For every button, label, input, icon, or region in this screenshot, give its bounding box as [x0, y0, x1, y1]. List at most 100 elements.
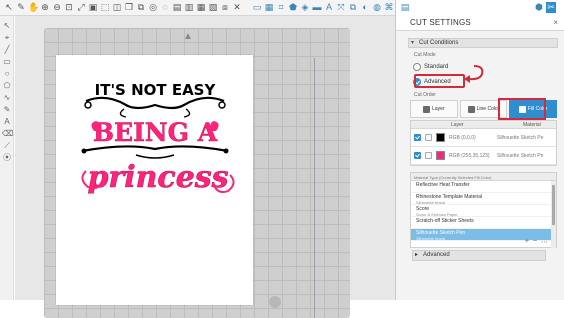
text-tool-icon[interactable]: A — [2, 116, 12, 127]
curve-tool-icon[interactable]: ∿ — [2, 92, 12, 103]
cut-conditions-label: Cut Conditions — [419, 40, 459, 46]
color-swatch — [436, 133, 445, 142]
line-style-icon[interactable]: ▬ — [312, 2, 322, 13]
cutting-mat: ▲ IT'S NOT EASY BEING A princess — [44, 28, 350, 318]
list-item[interactable]: Reflective Heat Transfer — [411, 181, 556, 193]
list-item[interactable]: Score Score & Emboss Paper — [411, 205, 556, 217]
trace-icon[interactable]: ⌘ — [384, 2, 394, 13]
add-material-icon[interactable]: + — [525, 238, 529, 246]
send-backward-icon[interactable]: ▧ — [208, 2, 218, 13]
pentagon-icon[interactable]: ⬟ — [288, 2, 298, 13]
cut-conditions-header[interactable]: ▾ Cut Conditions — [408, 38, 558, 48]
zoom-in-icon[interactable]: ⊕ — [40, 2, 50, 13]
polygon-tool-icon[interactable]: ⬠ — [2, 80, 12, 91]
pointer-icon[interactable]: ↖ — [4, 2, 14, 13]
page-setup-icon[interactable]: ▭ — [252, 2, 262, 13]
select-all-icon[interactable]: ⬚ — [100, 2, 110, 13]
layer-column-header: Layer — [451, 122, 464, 128]
material-name: Scratch-off Sticker Sheets — [416, 218, 474, 224]
line-tool-icon[interactable]: ╱ — [2, 44, 12, 55]
compound-icon[interactable]: ◎ — [148, 2, 158, 13]
radio-standard-dot[interactable] — [413, 62, 421, 71]
design-store-icon[interactable]: ⬢ — [534, 2, 544, 13]
layer-color-label: RGB (255,35,123) — [449, 153, 490, 159]
material-name: Reflective Heat Transfer — [416, 182, 470, 188]
library-icon[interactable]: ▤ — [400, 2, 410, 13]
advanced-highlight-box — [414, 74, 465, 88]
order-layer-label: Layer — [432, 106, 445, 112]
layer-enable-checkbox[interactable] — [414, 134, 421, 141]
silhouette-logo-icon — [269, 296, 281, 308]
table-row[interactable]: RGB (255,35,123) Silhouette Sketch Pe — [411, 147, 556, 165]
order-layer-button[interactable]: Layer — [410, 100, 458, 118]
ungroup-icon[interactable]: ⧉ — [136, 2, 146, 13]
modify-icon[interactable]: ◐ — [360, 2, 370, 13]
list-item[interactable]: Rhinestone Template Material Silhouette … — [411, 193, 556, 205]
bring-forward-icon[interactable]: ▦ — [196, 2, 206, 13]
ellipse-tool-icon[interactable]: ○ — [2, 68, 12, 79]
more-options-icon[interactable]: ⋯ — [541, 238, 548, 246]
remove-material-icon[interactable]: − — [533, 238, 537, 246]
pan-icon[interactable]: ✋ — [28, 2, 39, 13]
material-controls: + − ⋯ — [525, 238, 548, 246]
layer-material-label: Silhouette Sketch Pe — [497, 135, 544, 141]
chevron-right-icon: ▸ — [415, 252, 419, 258]
layer-table: Layer Material RGB (0,0,0) Silhouette Sk… — [410, 120, 557, 166]
princess-design[interactable]: IT'S NOT EASY BEING A princess — [66, 75, 244, 215]
release-icon[interactable]: ◌ — [160, 2, 170, 13]
drawing-tools: ↖ ⌖ ╱ ▭ ○ ⬠ ∿ ✎ A ⌫ ⟋ ⦿ — [0, 16, 14, 300]
grid-icon[interactable]: ▦ — [264, 2, 274, 13]
duplicate-icon[interactable]: ⧈ — [220, 2, 230, 13]
radio-standard[interactable]: Standard — [413, 61, 448, 72]
eraser-tool-icon[interactable]: ⌫ — [2, 128, 13, 139]
page-area[interactable]: IT'S NOT EASY BEING A princess — [56, 55, 253, 305]
text-style-icon[interactable]: A — [324, 2, 334, 13]
scroll-thumb[interactable] — [552, 185, 555, 225]
layer-color-label: RGB (0,0,0) — [449, 135, 476, 141]
transform-icon[interactable]: ⤧ — [336, 2, 346, 13]
layer-pass-checkbox[interactable] — [425, 152, 432, 159]
zoom-out-icon[interactable]: ⊖ — [52, 2, 62, 13]
registration-icon[interactable]: ⌗ — [276, 2, 286, 13]
deselect-icon[interactable]: ◫ — [112, 2, 122, 13]
layer-pass-checkbox[interactable] — [425, 134, 432, 141]
panel-title: CUT SETTINGS — [410, 18, 471, 27]
red-arrow-icon — [464, 65, 484, 83]
delete-icon[interactable]: ✕ — [232, 2, 242, 13]
cut-mode-label: Cut Mode — [414, 52, 436, 58]
fill-icon[interactable]: ◈ — [300, 2, 310, 13]
bring-front-icon[interactable]: ▤ — [172, 2, 182, 13]
order-line-color-label: Line Color — [476, 106, 500, 112]
offset-icon[interactable]: ◍ — [372, 2, 382, 13]
select-tool-icon[interactable]: ↖ — [2, 20, 12, 31]
edit-points-icon[interactable]: ✎ — [16, 2, 26, 13]
replicate-icon[interactable]: ⧉ — [348, 2, 358, 13]
canvas-workspace[interactable]: ▲ IT'S NOT EASY BEING A princess — [15, 16, 395, 318]
zoom-select-icon[interactable]: ⊡ — [64, 2, 74, 13]
knife-tool-icon[interactable]: ⟋ — [2, 140, 12, 151]
zoom-page-icon[interactable]: ▣ — [88, 2, 98, 13]
edit-tool-icon[interactable]: ⌖ — [2, 32, 12, 43]
send-back-icon[interactable]: ▥ — [184, 2, 194, 13]
layer-table-header: Layer Material — [411, 121, 556, 129]
send-panel-icon[interactable]: ✂ — [546, 2, 556, 13]
advanced-section-header[interactable]: ▸ Advanced — [412, 250, 546, 261]
design-line-3: princess — [87, 160, 228, 195]
panel-header: ▤ ⬢ ✂ CUT SETTINGS × — [396, 0, 564, 31]
list-item[interactable]: Scratch-off Sticker Sheets — [411, 217, 556, 229]
material-scrollbar[interactable] — [551, 181, 556, 248]
main-toolbar: ↖ ✎ ✋ ⊕ ⊖ ⊡ ⤢ ▣ ⬚ ◫ ❐ ⧉ ◎ ◌ ▤ ▥ ▦ ▧ ⧈ ✕ … — [0, 0, 395, 16]
radio-standard-label: Standard — [424, 63, 449, 70]
eyedropper-tool-icon[interactable]: ⦿ — [2, 152, 12, 163]
rectangle-tool-icon[interactable]: ▭ — [2, 56, 12, 67]
group-icon[interactable]: ❐ — [124, 2, 134, 13]
feed-direction-icon: ▲ — [183, 31, 193, 42]
advanced-section-label: Advanced — [423, 252, 450, 258]
close-icon[interactable]: × — [553, 18, 558, 27]
layer-enable-checkbox[interactable] — [414, 152, 421, 159]
freehand-tool-icon[interactable]: ✎ — [2, 104, 12, 115]
table-row[interactable]: RGB (0,0,0) Silhouette Sketch Pe — [411, 129, 556, 147]
zoom-fit-icon[interactable]: ⤢ — [76, 2, 86, 13]
material-list: Material Type (Currently Selected Fill C… — [410, 172, 557, 248]
color-swatch — [436, 151, 445, 160]
